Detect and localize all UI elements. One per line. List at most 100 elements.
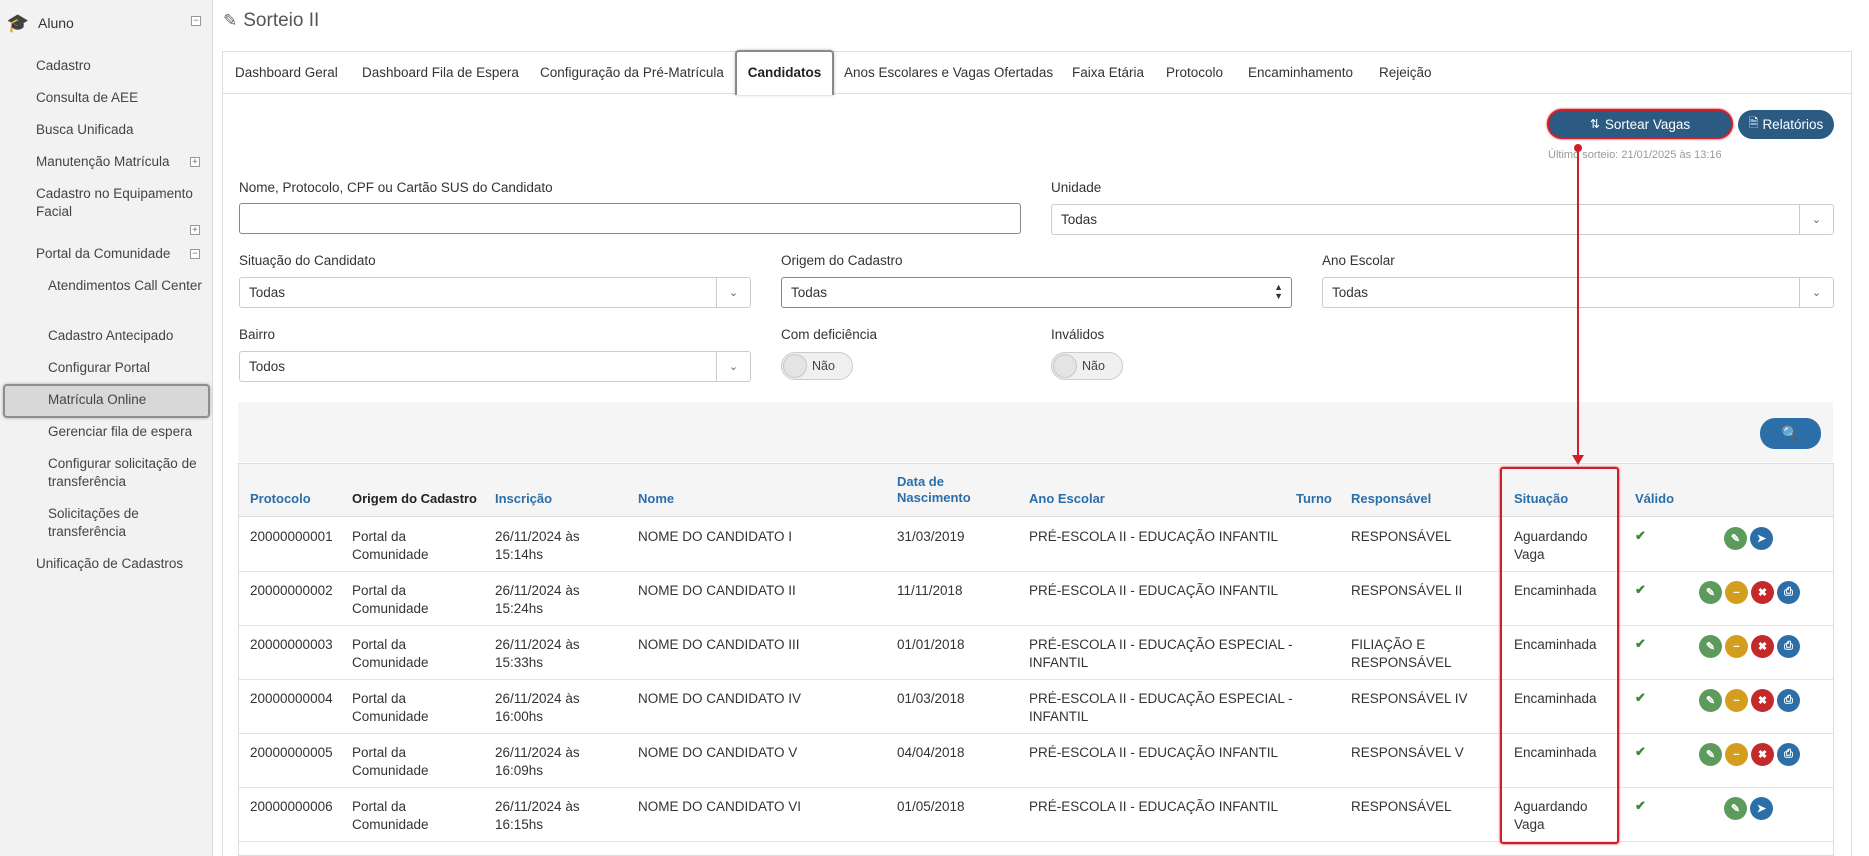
column-header-inscricao[interactable]: Inscrição bbox=[495, 491, 552, 507]
chevron-down-icon[interactable]: ⌄ bbox=[716, 352, 750, 381]
sidebar-item-atendimentos-call-center[interactable]: Atendimentos Call Center bbox=[48, 277, 203, 295]
disability-toggle[interactable]: Não bbox=[781, 352, 853, 380]
cell-nome-text: NOME DO CANDIDATO II bbox=[638, 583, 796, 598]
sidebar-item-portal-comunidade[interactable]: Portal da Comunidade bbox=[36, 245, 196, 263]
origin-select[interactable]: Todas ▲ ▼ bbox=[781, 277, 1292, 308]
invalid-toggle[interactable]: Não bbox=[1051, 352, 1123, 380]
cell-inscricao-text: 15:14hs bbox=[495, 547, 544, 562]
column-header-nascimento[interactable]: Data de Nascimento bbox=[897, 474, 971, 506]
tab-encaminhamento[interactable]: Encaminhamento bbox=[1248, 52, 1353, 94]
disability-toggle-value: Não bbox=[812, 359, 835, 373]
edit-icon[interactable]: ✎ bbox=[1724, 797, 1747, 820]
cell-nome-text: NOME DO CANDIDATO I bbox=[638, 529, 793, 544]
tab-dashboard-fila[interactable]: Dashboard Fila de Espera bbox=[362, 52, 519, 94]
sidebar-item-configurar-portal[interactable]: Configurar Portal bbox=[48, 359, 203, 377]
invalid-filter-label: Inválidos bbox=[1051, 327, 1105, 342]
origin-select-value: Todas bbox=[791, 285, 828, 300]
print-icon[interactable]: ⎙ bbox=[1777, 743, 1800, 766]
column-header-protocolo[interactable]: Protocolo bbox=[250, 491, 311, 507]
edit-icon[interactable]: ✎ bbox=[1699, 689, 1722, 712]
column-header-ano-escolar[interactable]: Ano Escolar bbox=[1029, 491, 1105, 507]
reports-button[interactable]: 🗎 Relatórios bbox=[1738, 110, 1834, 139]
tab-dashboard-geral[interactable]: Dashboard Geral bbox=[235, 52, 338, 94]
tab-anos-escolares[interactable]: Anos Escolares e Vagas Ofertadas bbox=[844, 52, 1053, 94]
tab-rejeicao[interactable]: Rejeição bbox=[1379, 52, 1432, 94]
cancel-icon[interactable]: ✖ bbox=[1751, 743, 1774, 766]
print-icon[interactable]: ⎙ bbox=[1777, 689, 1800, 712]
sidebar-item-gerenciar-fila[interactable]: Gerenciar fila de espera bbox=[48, 423, 203, 441]
cell-responsavel-text: RESPONSÁVEL V bbox=[1351, 745, 1464, 760]
cell-origem: Portal da Comunidade bbox=[352, 690, 429, 726]
cancel-icon[interactable]: ✖ bbox=[1751, 635, 1774, 658]
cancel-icon[interactable]: ✖ bbox=[1751, 689, 1774, 712]
last-sort-text: Último sorteio: 21/01/2025 às 13:16 bbox=[1548, 149, 1722, 161]
tab-candidatos[interactable]: Candidatos bbox=[735, 50, 834, 95]
collapse-icon[interactable]: − bbox=[190, 249, 200, 259]
tab-configuracao-pre-matricula[interactable]: Configuração da Pré-Matrícula bbox=[540, 52, 724, 94]
unit-select[interactable]: Todas ⌄ bbox=[1051, 204, 1834, 235]
sidebar-header-label: Aluno bbox=[38, 15, 74, 31]
edit-icon[interactable]: ✎ bbox=[1724, 527, 1747, 550]
tab-protocolo[interactable]: Protocolo bbox=[1166, 52, 1223, 94]
cancel-icon[interactable]: ✖ bbox=[1751, 581, 1774, 604]
column-header-nome[interactable]: Nome bbox=[638, 491, 674, 507]
cell-responsavel: RESPONSÁVEL bbox=[1351, 528, 1452, 546]
chevron-down-icon[interactable]: ⌄ bbox=[716, 278, 750, 307]
sidebar-item-unificacao-cadastros[interactable]: Unificação de Cadastros bbox=[36, 555, 196, 573]
print-icon[interactable]: ⎙ bbox=[1777, 581, 1800, 604]
cell-responsavel: RESPONSÁVEL IV bbox=[1351, 690, 1468, 708]
edit-icon[interactable]: ✎ bbox=[1699, 743, 1722, 766]
cell-inscricao-text: 15:33hs bbox=[495, 655, 544, 670]
cell-inscricao-text: 16:09hs bbox=[495, 763, 544, 778]
remove-icon[interactable]: − bbox=[1725, 689, 1748, 712]
expand-icon[interactable]: + bbox=[190, 157, 200, 167]
send-icon[interactable]: ➤ bbox=[1750, 797, 1773, 820]
disability-filter-label: Com deficiência bbox=[781, 327, 878, 342]
remove-icon[interactable]: − bbox=[1725, 635, 1748, 658]
page-title-text: Sorteio II bbox=[243, 10, 320, 31]
sidebar-item-cadastro-equipamento-facial[interactable]: Cadastro no Equipamento Facial bbox=[36, 185, 196, 221]
sidebar-item-solicitacoes-transferencia[interactable]: Solicitações de transferência bbox=[48, 505, 203, 541]
row-actions: ✎ − ✖ ⎙ bbox=[1699, 743, 1800, 766]
cell-nome: NOME DO CANDIDATO I bbox=[638, 528, 792, 546]
sidebar-header[interactable]: 🎓 Aluno − bbox=[0, 10, 213, 36]
situation-select[interactable]: Todas ⌄ bbox=[239, 277, 751, 308]
cell-nome-text: NOME DO CANDIDATO V bbox=[638, 745, 798, 760]
edit-icon[interactable]: ✎ bbox=[1699, 635, 1722, 658]
remove-icon[interactable]: − bbox=[1725, 743, 1748, 766]
cell-inscricao-text: 15:24hs bbox=[495, 601, 544, 616]
expand-icon[interactable]: + bbox=[190, 225, 200, 235]
chevron-down-icon[interactable]: ⌄ bbox=[1799, 278, 1833, 307]
row-actions: ✎ ➤ bbox=[1724, 797, 1773, 820]
sidebar-item-cadastro-antecipado[interactable]: Cadastro Antecipado bbox=[48, 327, 203, 345]
name-filter-input[interactable] bbox=[239, 203, 1021, 234]
sort-vacancies-button[interactable]: ⇅ Sortear Vagas bbox=[1547, 109, 1733, 139]
tab-faixa-etaria[interactable]: Faixa Etária bbox=[1072, 52, 1144, 94]
sidebar-item-manutencao-matricula[interactable]: Manutenção Matrícula bbox=[36, 153, 196, 171]
column-header-valido[interactable]: Válido bbox=[1635, 491, 1674, 507]
cell-nome-text: NOME DO CANDIDATO VI bbox=[638, 799, 802, 814]
sidebar-item-matricula-online[interactable]: Matrícula Online bbox=[48, 391, 203, 409]
cell-ano-escolar-text: PRÉ-ESCOLA II - EDUCAÇÃO ESPECIAL - bbox=[1029, 691, 1293, 706]
district-select[interactable]: Todos ⌄ bbox=[239, 351, 751, 382]
chevron-down-icon[interactable]: ⌄ bbox=[1799, 205, 1833, 234]
cell-nome: NOME DO CANDIDATO V bbox=[638, 744, 797, 762]
print-icon[interactable]: ⎙ bbox=[1777, 635, 1800, 658]
sidebar-item-configurar-transferencia[interactable]: Configurar solicitação de transferência bbox=[48, 455, 203, 491]
remove-icon[interactable]: − bbox=[1725, 581, 1748, 604]
cell-nascimento-text: 01/01/2018 bbox=[897, 637, 965, 652]
column-header-responsavel[interactable]: Responsável bbox=[1351, 491, 1431, 507]
edit-icon[interactable]: ✎ bbox=[1699, 581, 1722, 604]
collapse-icon[interactable]: − bbox=[191, 16, 201, 26]
cell-origem: Portal da Comunidade bbox=[352, 744, 429, 780]
cell-ano-escolar: PRÉ-ESCOLA II - EDUCAÇÃO INFANTIL bbox=[1029, 582, 1278, 600]
column-header-turno[interactable]: Turno bbox=[1296, 491, 1332, 507]
sidebar-item-consulta-aee[interactable]: Consulta de AEE bbox=[36, 89, 196, 107]
valid-check-icon: ✔ bbox=[1635, 636, 1646, 651]
sidebar-item-cadastro[interactable]: Cadastro bbox=[36, 57, 196, 75]
cell-inscricao: 26/11/2024 às 16:00hs bbox=[495, 690, 580, 726]
search-button[interactable]: 🔍 bbox=[1760, 418, 1821, 449]
cell-nascimento: 04/04/2018 bbox=[897, 744, 965, 762]
sidebar-item-busca-unificada[interactable]: Busca Unificada bbox=[36, 121, 196, 139]
send-icon[interactable]: ➤ bbox=[1750, 527, 1773, 550]
